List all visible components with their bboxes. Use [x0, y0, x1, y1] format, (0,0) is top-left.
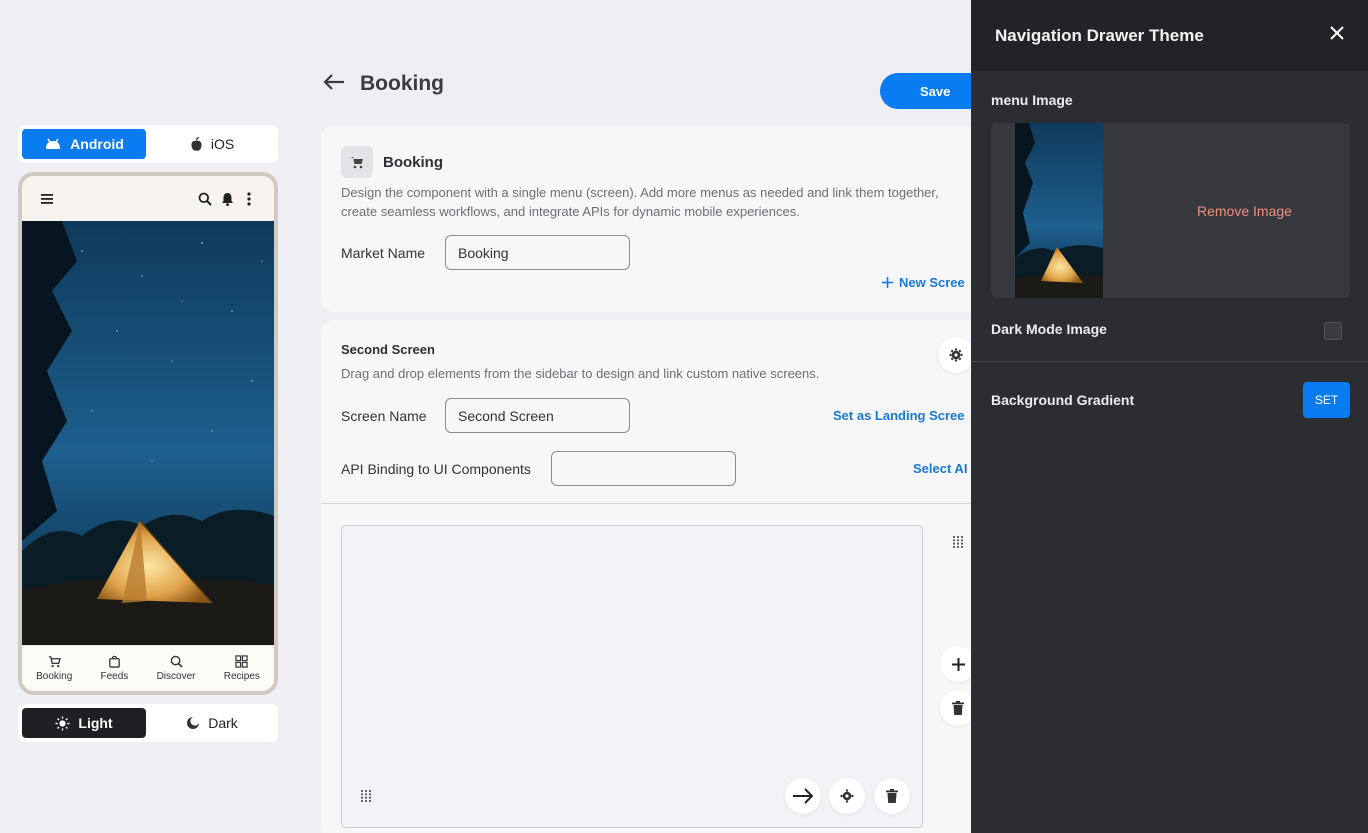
drawer-header: Navigation Drawer Theme — [971, 0, 1368, 71]
android-tab[interactable]: Android — [22, 129, 146, 159]
drawer-title: Navigation Drawer Theme — [995, 25, 1204, 45]
trash-icon — [886, 789, 898, 803]
set-gradient-button[interactable]: SET — [1303, 382, 1350, 418]
menu-image-label: menu Image — [991, 92, 1073, 108]
new-screen-label: New Scree — [899, 275, 965, 290]
menu-card-header: Booking — [341, 146, 443, 178]
plus-icon — [951, 657, 965, 671]
platform-toggle: Android iOS — [18, 125, 278, 163]
bag-icon — [109, 655, 120, 668]
search-icon[interactable] — [194, 188, 216, 210]
trash-icon — [952, 701, 964, 715]
cart-icon — [48, 656, 61, 668]
theme-toggle: Light Dark — [18, 704, 278, 742]
bell-icon[interactable] — [216, 188, 238, 210]
drawer-divider — [971, 361, 1368, 362]
remove-image-button[interactable]: Remove Image — [1197, 203, 1292, 219]
navigation-drawer-theme-panel: Navigation Drawer Theme menu Image Remov… — [971, 0, 1368, 833]
select-api-link[interactable]: Select AI — [913, 461, 970, 476]
background-gradient-label: Background Gradient — [991, 392, 1135, 408]
phone-tab-recipes[interactable]: Recipes — [224, 655, 260, 682]
ios-tab[interactable]: iOS — [150, 129, 274, 159]
screen-name-label: Screen Name — [341, 408, 427, 424]
menu-card: Booking Design the component with a sing… — [321, 126, 1001, 312]
android-icon — [46, 138, 61, 149]
screen-card-title: Second Screen — [341, 342, 435, 357]
element-delete-button[interactable] — [874, 778, 910, 814]
gear-icon — [949, 348, 963, 362]
hamburger-menu-icon[interactable] — [36, 188, 58, 210]
phone-app-bar — [22, 176, 274, 221]
apple-icon — [191, 136, 202, 151]
link-next-button[interactable] — [785, 778, 821, 814]
menu-image-box: Remove Image — [991, 123, 1350, 298]
phone-tab-label: Booking — [36, 671, 73, 682]
back-arrow-icon[interactable] — [322, 73, 346, 96]
page-title: Booking — [360, 72, 444, 95]
set-landing-screen-link[interactable]: Set as Landing Scree — [833, 408, 970, 423]
market-name-input[interactable] — [445, 235, 630, 270]
ios-label: iOS — [210, 136, 235, 152]
drag-handle-icon[interactable] — [952, 535, 964, 554]
description-line: Design the component with a single menu … — [341, 185, 939, 200]
dark-mode-image-checkbox[interactable] — [1324, 322, 1342, 340]
phone-tab-booking[interactable]: Booking — [36, 655, 72, 682]
moon-icon — [187, 717, 200, 729]
more-vertical-icon[interactable] — [238, 188, 260, 210]
search-zoom-icon — [170, 655, 183, 668]
screen-card: Second Screen Drag and drop elements fro… — [321, 320, 1001, 833]
phone-bottom-nav: Booking Feeds Discover Recipes — [22, 645, 274, 691]
phone-tab-label: Feeds — [100, 671, 129, 682]
drag-handle-icon[interactable] — [360, 789, 372, 808]
market-name-label: Market Name — [341, 245, 426, 261]
screen-card-description: Drag and drop elements from the sidebar … — [341, 366, 820, 381]
phone-tab-discover[interactable]: Discover — [156, 655, 196, 682]
phone-tab-label: Discover — [156, 671, 196, 682]
api-binding-label: API Binding to UI Components — [341, 461, 531, 477]
phone-tab-feeds[interactable]: Feeds — [100, 655, 129, 682]
close-icon[interactable] — [1330, 26, 1344, 45]
description-line: create seamless workflows, and integrate… — [341, 204, 800, 219]
screen-settings-button[interactable] — [938, 337, 974, 373]
light-mode-tab[interactable]: Light — [22, 708, 146, 738]
dark-label: Dark — [208, 715, 238, 731]
screen-name-input[interactable] — [445, 398, 630, 433]
section-divider — [321, 503, 1001, 504]
menu-card-description: Design the component with a single menu … — [341, 183, 1001, 221]
android-label: Android — [70, 136, 124, 152]
gear-icon — [840, 789, 854, 803]
menu-card-title: Booking — [383, 153, 443, 171]
light-label: Light — [78, 715, 113, 731]
new-screen-link[interactable]: New Scree — [882, 275, 965, 290]
phone-hero-image — [22, 221, 274, 645]
api-binding-input[interactable] — [551, 451, 736, 486]
screen-drop-area[interactable] — [341, 525, 923, 828]
phone-preview: Booking Feeds Discover Recipes — [18, 172, 278, 695]
arrow-right-icon — [793, 788, 814, 804]
plus-icon — [882, 277, 893, 288]
menu-image-thumbnail — [1015, 123, 1103, 298]
phone-tab-label: Recipes — [223, 671, 260, 682]
grid-icon — [235, 655, 248, 668]
dark-mode-image-label: Dark Mode Image — [991, 321, 1107, 337]
page-header: Booking — [322, 72, 444, 96]
element-settings-button[interactable] — [829, 778, 865, 814]
dark-mode-tab[interactable]: Dark — [150, 708, 274, 738]
cart-icon — [341, 146, 373, 178]
sun-icon — [55, 715, 70, 731]
